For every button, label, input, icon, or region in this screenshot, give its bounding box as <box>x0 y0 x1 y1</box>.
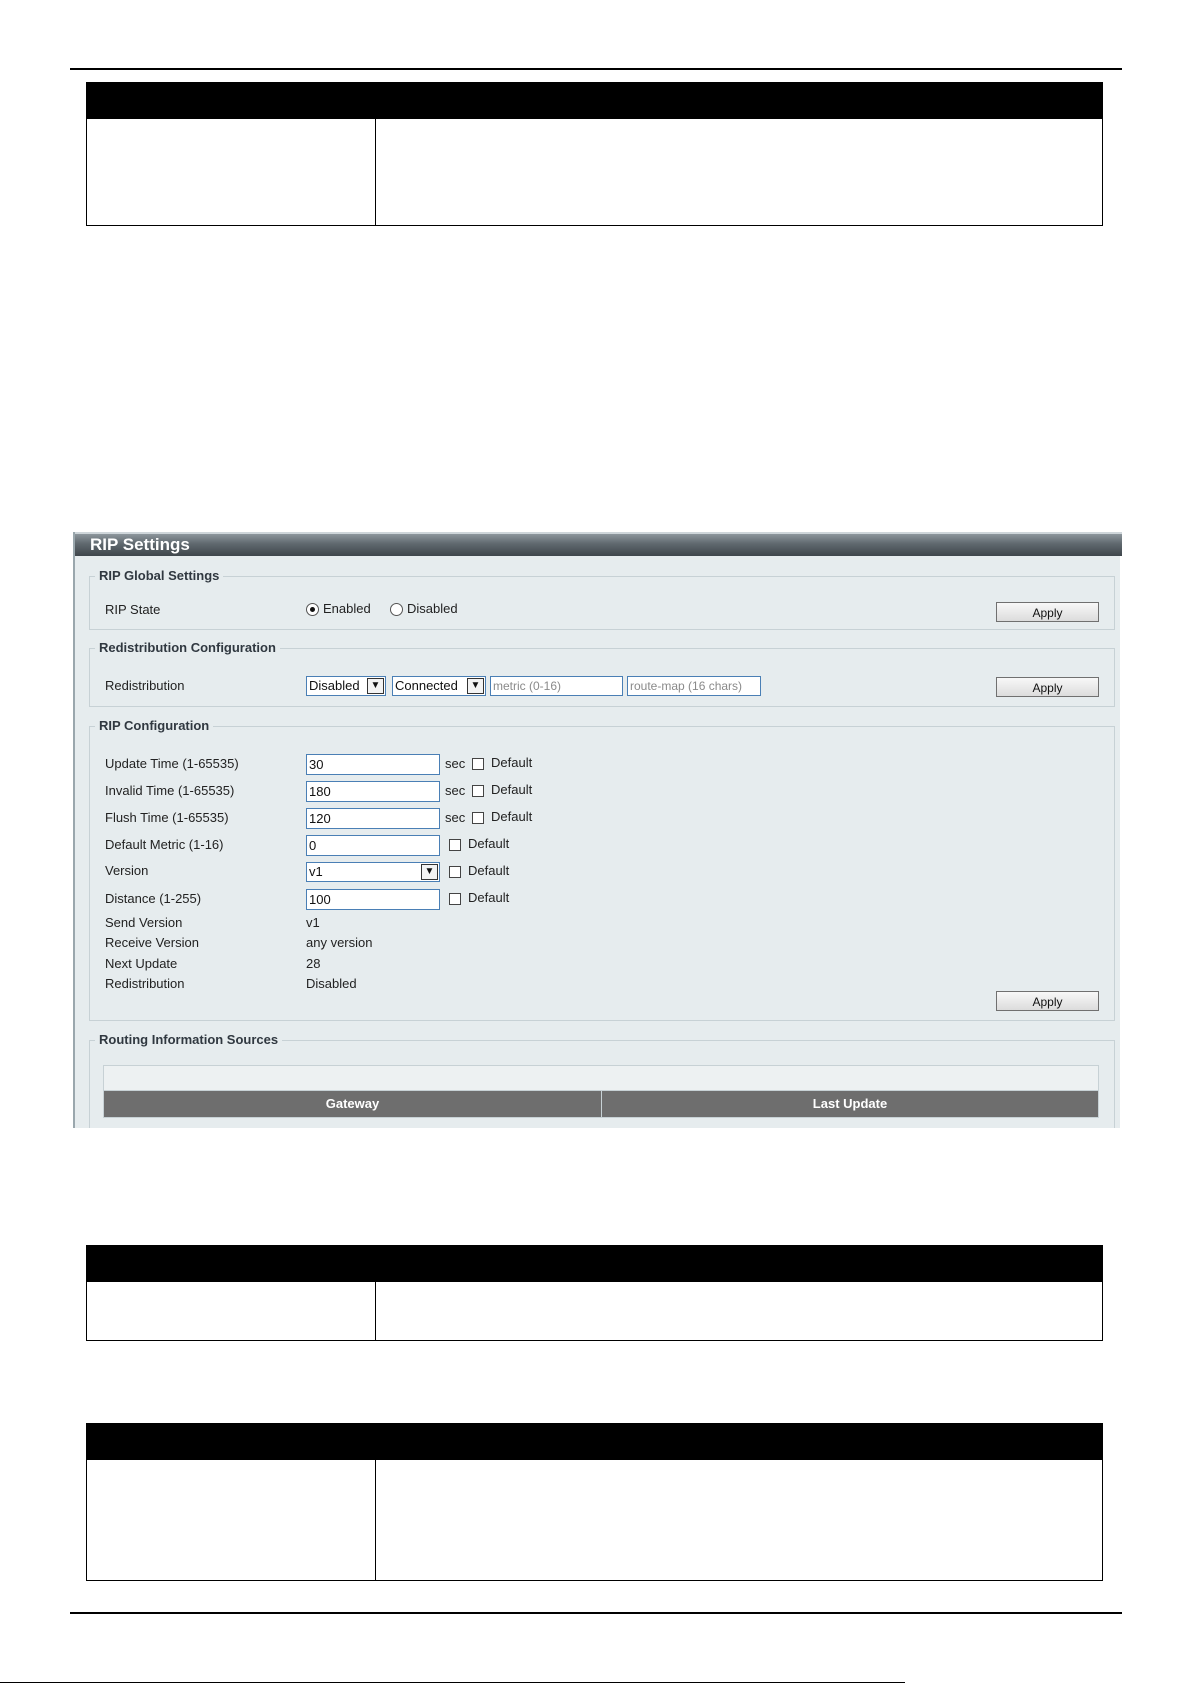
distance-label: Distance (1-255) <box>105 891 202 906</box>
chevron-down-icon: ▼ <box>421 864 438 880</box>
table-header-row <box>87 1424 1102 1460</box>
flush-time-default-checkbox[interactable] <box>472 812 484 824</box>
distance-default-checkbox[interactable] <box>449 893 461 905</box>
group-legend: Routing Information Sources <box>95 1032 283 1048</box>
rip-configuration-group: RIP Configuration Update Time (1-65535) … <box>89 718 1115 1021</box>
table-header-row <box>87 1246 1102 1282</box>
next-update-value: 28 <box>306 956 321 971</box>
rip-state-enabled-label: Enabled <box>323 601 371 616</box>
version-default-checkbox[interactable] <box>449 866 461 878</box>
redistribution-type-select[interactable]: Connected ▼ <box>392 676 486 696</box>
table-header-row <box>87 83 1102 119</box>
invalid-time-unit: sec <box>445 783 466 798</box>
receive-version-value: any version <box>306 935 373 950</box>
select-value: Connected <box>395 678 458 693</box>
default-metric-input[interactable]: 0 <box>306 835 440 856</box>
rip-settings-panel: RIP Settings RIP Global Settings RIP Sta… <box>73 532 1122 1128</box>
panel-title: RIP Settings <box>75 532 1122 556</box>
flush-time-default-label: Default <box>491 809 533 824</box>
distance-input[interactable]: 100 <box>306 889 440 910</box>
flush-time-label: Flush Time (1-65535) <box>105 810 229 825</box>
redistribution-status-value: Disabled <box>306 976 357 991</box>
table-body-row <box>87 1282 1102 1340</box>
route-map-input[interactable]: route-map (16 chars) <box>627 676 761 696</box>
update-time-default-checkbox[interactable] <box>472 758 484 770</box>
default-metric-default-label: Default <box>468 836 510 851</box>
parameter-table-top <box>86 82 1103 226</box>
select-value: v1 <box>309 864 323 879</box>
redistribution-label: Redistribution <box>105 678 185 693</box>
column-divider <box>375 1282 376 1340</box>
table-body-row <box>87 1460 1102 1580</box>
default-metric-default-checkbox[interactable] <box>449 839 461 851</box>
update-time-input[interactable]: 30 <box>306 754 440 775</box>
version-select[interactable]: v1 ▼ <box>306 862 440 882</box>
configuration-apply-button[interactable]: Apply <box>996 991 1099 1011</box>
redistribution-apply-button[interactable]: Apply <box>996 677 1099 697</box>
column-header-last-update: Last Update <box>812 1096 888 1111</box>
footnote-rule <box>0 1682 905 1683</box>
global-apply-button[interactable]: Apply <box>996 602 1099 622</box>
rip-state-disabled-label: Disabled <box>407 601 458 616</box>
sources-table-toolbar <box>103 1065 1099 1090</box>
invalid-time-default-label: Default <box>491 782 533 797</box>
header-rule <box>70 68 1122 70</box>
invalid-time-default-checkbox[interactable] <box>472 785 484 797</box>
parameter-table-bottom <box>86 1423 1103 1581</box>
group-legend: RIP Global Settings <box>95 568 224 584</box>
invalid-time-input[interactable]: 180 <box>306 781 440 802</box>
version-label: Version <box>105 863 149 878</box>
flush-time-input[interactable]: 120 <box>306 808 440 829</box>
update-time-default-label: Default <box>491 755 533 770</box>
group-legend: RIP Configuration <box>95 718 214 734</box>
redistribution-status-label: Redistribution <box>105 976 185 991</box>
column-divider <box>375 119 376 225</box>
distance-default-label: Default <box>468 890 510 905</box>
metric-input[interactable]: metric (0-16) <box>490 676 623 696</box>
table-body-row <box>87 119 1102 225</box>
default-metric-label: Default Metric (1-16) <box>105 837 224 852</box>
flush-time-unit: sec <box>445 810 466 825</box>
footer-rule <box>70 1612 1122 1614</box>
column-divider <box>375 1460 376 1580</box>
redistribution-state-select[interactable]: Disabled ▼ <box>306 676 386 696</box>
column-header-gateway: Gateway <box>325 1096 380 1111</box>
receive-version-label: Receive Version <box>105 935 199 950</box>
select-value: Disabled <box>309 678 360 693</box>
next-update-label: Next Update <box>105 956 178 971</box>
update-time-unit: sec <box>445 756 466 771</box>
parameter-table-middle <box>86 1245 1103 1341</box>
sources-table-header: Gateway Last Update <box>103 1090 1099 1118</box>
version-default-label: Default <box>468 863 510 878</box>
chevron-down-icon: ▼ <box>467 678 484 694</box>
send-version-label: Send Version <box>105 915 183 930</box>
rip-global-settings-group: RIP Global Settings RIP State Enabled Di… <box>89 568 1115 630</box>
group-legend: Redistribution Configuration <box>95 640 280 656</box>
redistribution-configuration-group: Redistribution Configuration Redistribut… <box>89 640 1115 707</box>
update-time-label: Update Time (1-65535) <box>105 756 239 771</box>
rip-state-disabled-radio[interactable] <box>390 603 403 616</box>
invalid-time-label: Invalid Time (1-65535) <box>105 783 235 798</box>
rip-state-enabled-radio[interactable] <box>306 603 319 616</box>
rip-state-label: RIP State <box>105 602 161 617</box>
chevron-down-icon: ▼ <box>367 678 384 694</box>
send-version-value: v1 <box>306 915 320 930</box>
